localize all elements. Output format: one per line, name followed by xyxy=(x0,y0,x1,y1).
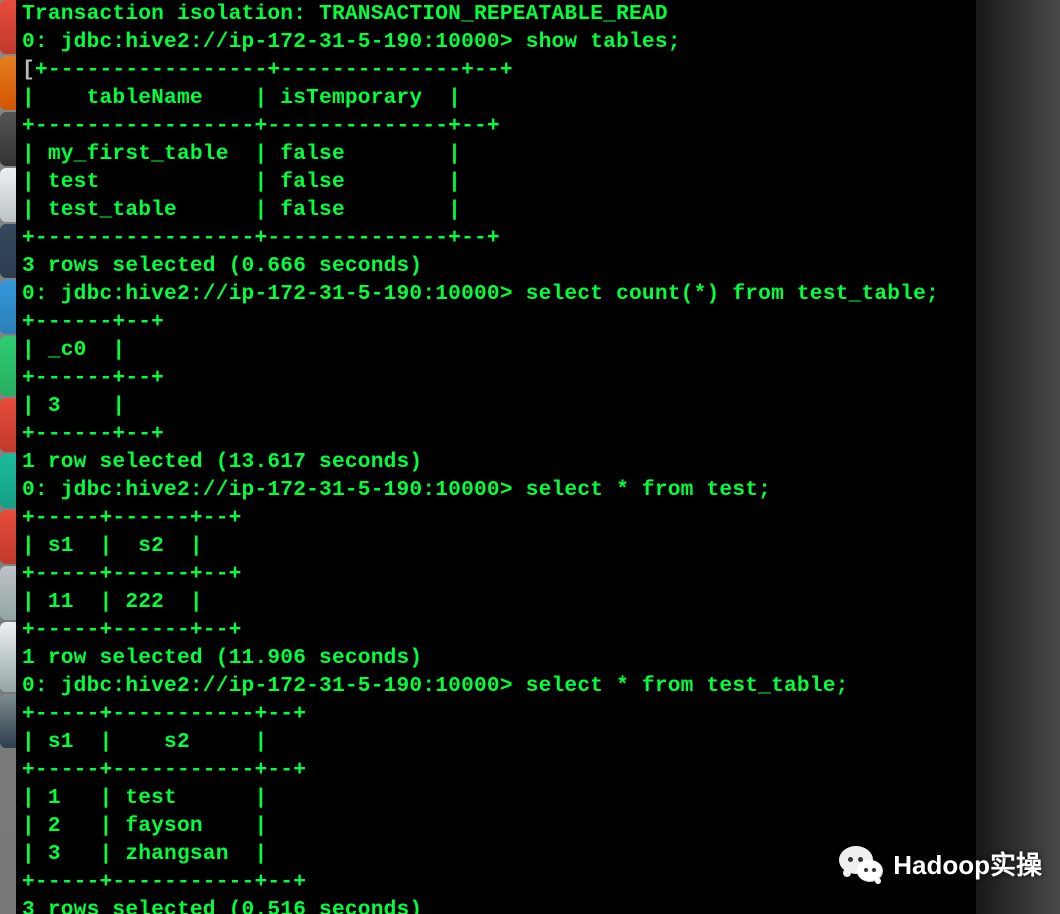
table-border: +-----+-----------+--+ xyxy=(22,758,306,782)
table-row: | my_first_table | false | xyxy=(22,142,461,166)
terminal-command: show tables; xyxy=(526,30,681,54)
result-footer: 3 rows selected (0.516 seconds) xyxy=(22,898,422,914)
bracket-mark: [ xyxy=(22,58,35,82)
table-border: +------+--+ xyxy=(22,310,164,334)
table-border: +-----+-----------+--+ xyxy=(22,702,306,726)
terminal-prompt: 0: jdbc:hive2://ip-172-31-5-190:10000> xyxy=(22,30,513,54)
table-row: | 2 | fayson | xyxy=(22,814,267,838)
table-row: | test_table | false | xyxy=(22,198,461,222)
terminal-prompt: 0: jdbc:hive2://ip-172-31-5-190:10000> xyxy=(22,478,513,502)
table-border: +------+--+ xyxy=(22,366,164,390)
table-row: | 1 | test | xyxy=(22,786,267,810)
result-footer: 1 row selected (13.617 seconds) xyxy=(22,450,422,474)
table-header: | s1 | s2 | xyxy=(22,730,267,754)
table-header: | _c0 | xyxy=(22,338,125,362)
table-border: +-----------------+--------------+--+ xyxy=(35,58,513,82)
wechat-icon xyxy=(839,846,883,882)
table-row: | 3 | zhangsan | xyxy=(22,842,267,866)
background-fade xyxy=(980,0,1060,914)
table-border: +-----+-----------+--+ xyxy=(22,870,306,894)
table-row: | 3 | xyxy=(22,394,125,418)
watermark-text: Hadoop实操 xyxy=(893,845,1042,882)
terminal-command: select * from test_table; xyxy=(526,674,849,698)
table-header: | tableName | isTemporary | xyxy=(22,86,461,110)
table-border: +------+--+ xyxy=(22,422,164,446)
terminal-window[interactable]: Transaction isolation: TRANSACTION_REPEA… xyxy=(16,0,976,914)
table-row: | 11 | 222 | xyxy=(22,590,203,614)
terminal-command: select * from test; xyxy=(526,478,771,502)
terminal-command: select count(*) from test_table; xyxy=(526,282,939,306)
table-border: +-----------------+--------------+--+ xyxy=(22,226,500,250)
result-footer: 1 row selected (11.906 seconds) xyxy=(22,646,422,670)
table-border: +-----+------+--+ xyxy=(22,506,242,530)
watermark: Hadoop实操 xyxy=(839,845,1042,882)
table-row: | test | false | xyxy=(22,170,461,194)
table-border: +-----+------+--+ xyxy=(22,562,242,586)
terminal-prompt: 0: jdbc:hive2://ip-172-31-5-190:10000> xyxy=(22,674,513,698)
table-border: +-----+------+--+ xyxy=(22,618,242,642)
table-header: | s1 | s2 | xyxy=(22,534,203,558)
terminal-line: Transaction isolation: TRANSACTION_REPEA… xyxy=(22,2,668,26)
result-footer: 3 rows selected (0.666 seconds) xyxy=(22,254,422,278)
table-border: +-----------------+--------------+--+ xyxy=(22,114,500,138)
terminal-prompt: 0: jdbc:hive2://ip-172-31-5-190:10000> xyxy=(22,282,513,306)
